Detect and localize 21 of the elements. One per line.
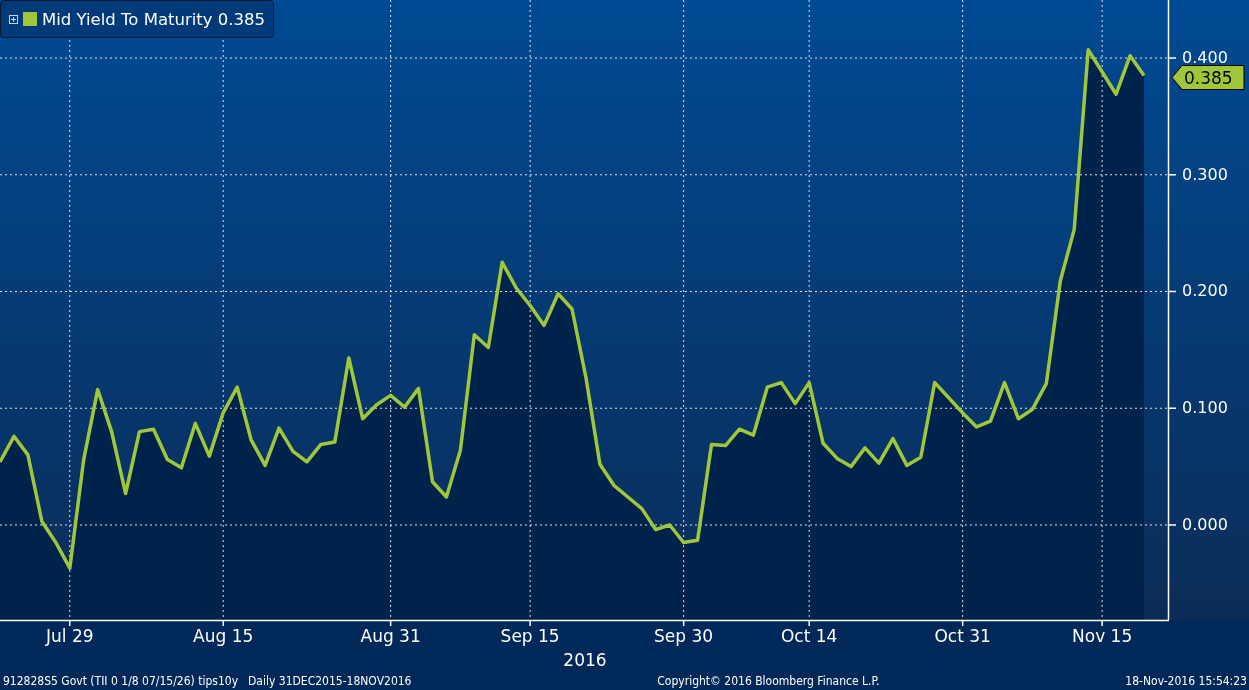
axis-label: Sep 15: [500, 626, 560, 646]
axis-label: Sep 30: [654, 626, 714, 646]
value-tag: 0.385: [1171, 65, 1245, 91]
timestamp: 18-Nov-2016 15:54:23: [1125, 674, 1247, 688]
axis-label: Oct 31: [934, 626, 991, 646]
axis-label: 0.000: [1182, 514, 1228, 534]
year-label: 2016: [563, 650, 607, 670]
legend-label: Mid Yield To Maturity 0.385: [42, 9, 266, 29]
axis-label: Jul 29: [46, 626, 94, 646]
copyright-text: Copyright© 2016 Bloomberg Finance L.P.: [657, 674, 880, 688]
security-label: 912828S5 Govt (TII 0 1/8 07/15/26) tips10y: [3, 674, 238, 688]
axis-label: 0.100: [1182, 398, 1228, 418]
axis-label: 0.400: [1182, 48, 1228, 67]
expand-icon[interactable]: [9, 14, 18, 24]
axis-label: 0.300: [1182, 164, 1228, 184]
axis-label: Oct 14: [780, 626, 838, 646]
axis-label: Aug 15: [193, 626, 254, 646]
period-label: Daily 31DEC2015-18NOV2016: [248, 674, 412, 688]
axis-label: 0.200: [1182, 281, 1228, 301]
axis-label: Aug 31: [360, 626, 421, 646]
axis-label: Nov 15: [1072, 626, 1133, 646]
